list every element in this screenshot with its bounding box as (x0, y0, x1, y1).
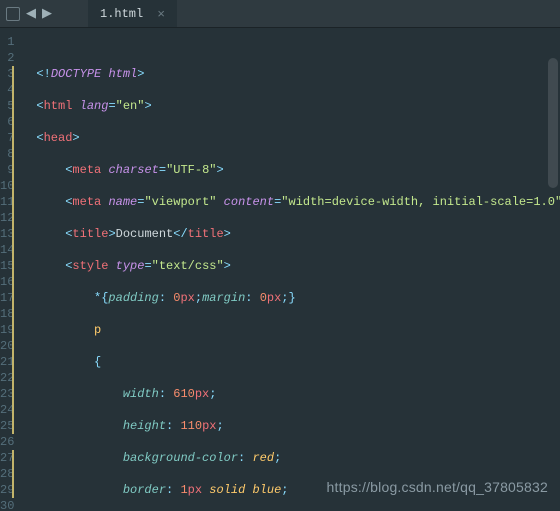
nav-back-button[interactable]: ◀ (26, 6, 36, 21)
toolbar: ◀ ▶ 1.html × (0, 0, 560, 28)
line-number: 2 (0, 50, 14, 66)
watermark: https://blog.csdn.net/qq_37805832 (327, 479, 548, 495)
line-number: 30 (0, 498, 14, 511)
panel-toggle-icon[interactable] (6, 7, 20, 21)
editor: 1234567891011121314151617181920212223242… (0, 28, 560, 511)
scrollbar[interactable] (548, 58, 558, 188)
code-area[interactable]: <!DOCTYPE html> <html lang="en"> <head> … (24, 28, 560, 511)
close-icon[interactable]: × (157, 7, 165, 22)
line-number: 1 (0, 34, 14, 50)
tab-file[interactable]: 1.html × (88, 0, 177, 27)
tab-label: 1.html (100, 7, 143, 21)
tab-bar: 1.html × (88, 0, 177, 27)
nav-forward-button[interactable]: ▶ (42, 6, 52, 21)
line-number: 26 (0, 434, 14, 450)
